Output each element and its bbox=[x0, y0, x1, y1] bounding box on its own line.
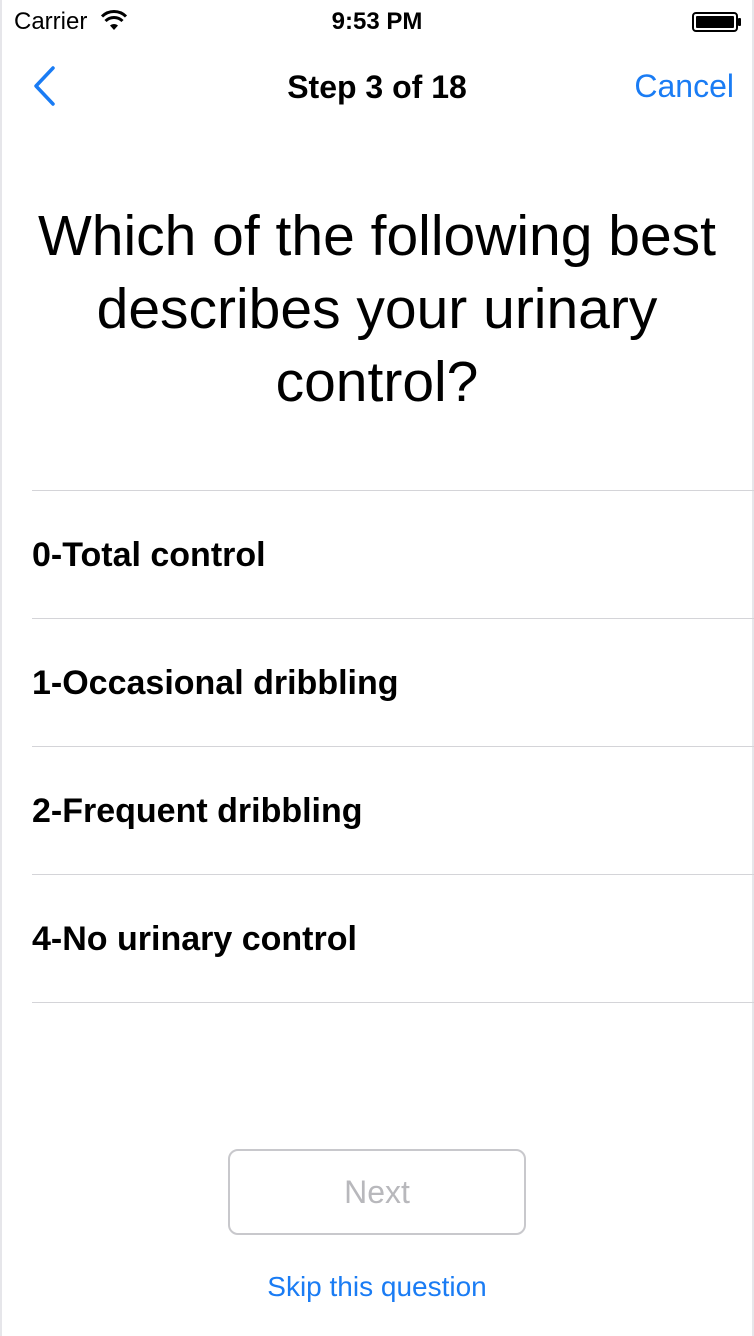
battery-icon bbox=[692, 12, 741, 32]
window-left-edge bbox=[0, 0, 2, 1336]
next-button[interactable]: Next bbox=[228, 1149, 526, 1235]
status-time: 9:53 PM bbox=[331, 8, 423, 35]
option-occasional-dribbling[interactable]: 1-Occasional dribbling bbox=[32, 619, 754, 747]
question-text: Which of the following best describes yo… bbox=[37, 204, 717, 414]
cancel-button[interactable]: Cancel bbox=[634, 67, 734, 105]
navigation-bar: Step 3 of 18 Cancel bbox=[0, 42, 754, 130]
option-total-control[interactable]: 0-Total control bbox=[32, 491, 754, 619]
answer-options-list: 0-Total control 1-Occasional dribbling 2… bbox=[32, 490, 754, 1003]
option-frequent-dribbling[interactable]: 2-Frequent dribbling bbox=[32, 747, 754, 875]
option-no-urinary-control[interactable]: 4-No urinary control bbox=[32, 875, 754, 1003]
skip-question-link[interactable]: Skip this question bbox=[0, 1270, 754, 1304]
status-bar: Carrier 9:53 PM bbox=[0, 0, 754, 42]
